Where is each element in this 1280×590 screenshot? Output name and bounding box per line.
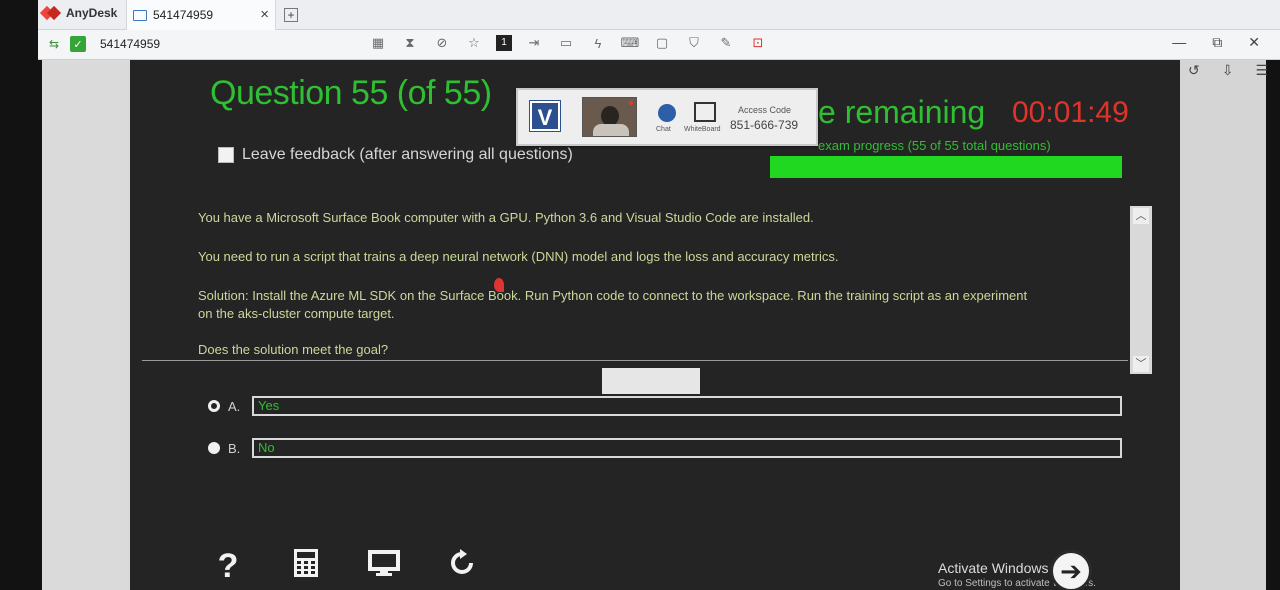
feedback-label: Leave feedback (after answering all ques… xyxy=(242,146,573,163)
countdown-timer: 00:01:49 xyxy=(1012,96,1129,129)
feedback-row: Leave feedback (after answering all ques… xyxy=(218,146,573,164)
help-icon[interactable]: ? xyxy=(210,548,246,584)
answer-option-b[interactable]: B. No xyxy=(208,438,1122,458)
answer-letter: B. xyxy=(228,440,241,456)
close-window-icon[interactable]: ✕ xyxy=(1248,34,1260,51)
remote-left-margin xyxy=(42,60,130,590)
connection-icon[interactable]: ⇆ xyxy=(46,36,62,52)
menu-icon[interactable]: ☰ xyxy=(1255,62,1268,79)
question-line: You need to run a script that trains a d… xyxy=(198,249,839,264)
chat-bubble-icon[interactable] xyxy=(658,104,676,122)
toolbar-session-id: 541474959 xyxy=(100,37,161,51)
toolbar-left-group: ⇆ ✓ 541474959 xyxy=(46,36,160,52)
anydesk-logo-icon xyxy=(42,6,60,20)
window-controls: — ⧉ ✕ xyxy=(1172,34,1260,51)
minimize-icon[interactable]: — xyxy=(1172,34,1186,51)
session-tab-label: 541474959 xyxy=(153,8,214,22)
exam-tools: ? xyxy=(210,548,480,584)
question-line: You have a Microsoft Surface Book comput… xyxy=(198,210,814,225)
answer-letter: A. xyxy=(228,398,241,414)
question-prompt: Does the solution meet the goal? xyxy=(198,342,389,357)
recording-dot-icon xyxy=(629,101,633,105)
remote-screen: ↺ ⇩ ☰ Question 55 (of 55) Leave feedback… xyxy=(42,60,1268,590)
anydesk-toolbar: ⇆ ✓ 541474959 ▦ ⧗ ⊘ ☆ 1 ⇥ ▭ ϟ ⌨ ▢ ⛉ ✎ ⊡ … xyxy=(38,30,1280,60)
question-divider xyxy=(142,360,1128,361)
anydesk-brand: AnyDesk xyxy=(42,6,117,20)
toolbar-actions: ▦ ⧗ ⊘ ☆ 1 ⇥ ▭ ϟ ⌨ ▢ ⛉ ✎ ⊡ xyxy=(368,35,768,51)
question-line: Solution: Install the Azure ML SDK on th… xyxy=(198,288,1028,303)
vendor-logo-icon: V xyxy=(530,101,560,131)
monitor-icon xyxy=(133,9,147,21)
answer-radio-b[interactable] xyxy=(208,442,220,454)
whiteboard-icon[interactable] xyxy=(694,102,716,122)
scroll-down-icon[interactable]: ﹀ xyxy=(1133,356,1149,372)
question-title: Question 55 (of 55) xyxy=(210,74,492,112)
restore-icon[interactable]: ⧉ xyxy=(1212,34,1222,51)
monitor-number-icon[interactable]: 1 xyxy=(496,35,512,51)
answer-option-a[interactable]: A. Yes xyxy=(208,396,1122,416)
actions-lightning-icon[interactable]: ϟ xyxy=(588,36,608,51)
anydesk-brand-name: AnyDesk xyxy=(66,6,118,20)
chat-icon[interactable]: ▭ xyxy=(556,35,576,51)
screen-icon[interactable]: ▢ xyxy=(652,35,672,51)
favorite-star-icon[interactable]: ☆ xyxy=(464,35,484,51)
access-code-label: Access Code xyxy=(738,105,792,115)
scroll-up-icon[interactable]: ︿ xyxy=(1133,208,1149,224)
monitor-icon[interactable] xyxy=(366,548,402,584)
record-icon[interactable]: ⊡ xyxy=(748,35,768,51)
exam-progress-label: exam progress (55 of 55 total questions) xyxy=(818,138,1051,153)
next-arrow-button[interactable]: ➔ xyxy=(1050,550,1092,590)
new-tab-button[interactable]: + xyxy=(284,8,298,22)
remote-side-controls: ↺ ⇩ ☰ xyxy=(1188,62,1268,79)
question-line: on the aks-cluster compute target. xyxy=(198,306,395,321)
answer-radio-a[interactable] xyxy=(208,400,220,412)
exam-window: Question 55 (of 55) Leave feedback (afte… xyxy=(130,60,1180,590)
keyboard-icon[interactable]: ⌨ xyxy=(620,35,640,51)
lock-icon[interactable]: ⊘ xyxy=(432,35,452,51)
time-remaining-label: e remaining xyxy=(818,94,986,130)
screen-bezel-right xyxy=(1266,0,1280,590)
display-settings-icon[interactable]: ▦ xyxy=(368,35,388,51)
webcam-preview xyxy=(582,97,637,137)
mouse-cursor-icon xyxy=(494,278,504,292)
whiteboard-label: WhiteBoard xyxy=(684,126,721,133)
refresh-icon[interactable] xyxy=(444,548,480,584)
question-scrollbar[interactable]: ︿ ﹀ xyxy=(1130,206,1152,374)
remote-right-margin: ↺ ⇩ ☰ xyxy=(1180,60,1268,590)
answer-text-a[interactable]: Yes xyxy=(252,396,1122,416)
history-icon[interactable]: ↺ xyxy=(1188,62,1200,79)
hourglass-icon[interactable]: ⧗ xyxy=(400,35,420,51)
answer-text-b[interactable]: No xyxy=(252,438,1122,458)
session-tab[interactable]: 541474959 × xyxy=(126,0,276,30)
screen-bezel-left xyxy=(0,0,42,590)
shield-icon[interactable]: ⛉ xyxy=(684,35,704,51)
question-pane: You have a Microsoft Surface Book comput… xyxy=(130,172,1130,362)
download-icon[interactable]: ⇩ xyxy=(1222,62,1234,79)
anydesk-tab-bar: AnyDesk 541474959 × + xyxy=(38,0,1280,30)
calculator-icon[interactable] xyxy=(288,548,324,584)
file-transfer-icon[interactable]: ⇥ xyxy=(524,35,544,51)
splitter-handle[interactable] xyxy=(602,368,700,394)
verified-check-icon: ✓ xyxy=(70,36,86,52)
close-tab-icon[interactable]: × xyxy=(260,6,269,23)
feedback-checkbox[interactable] xyxy=(218,147,234,163)
proctor-panel: V Chat WhiteBoard Access Code 851-666-73… xyxy=(516,88,818,146)
access-code-value: 851-666-739 xyxy=(730,118,799,132)
pen-icon[interactable]: ✎ xyxy=(716,35,736,51)
chat-label: Chat xyxy=(656,126,671,133)
